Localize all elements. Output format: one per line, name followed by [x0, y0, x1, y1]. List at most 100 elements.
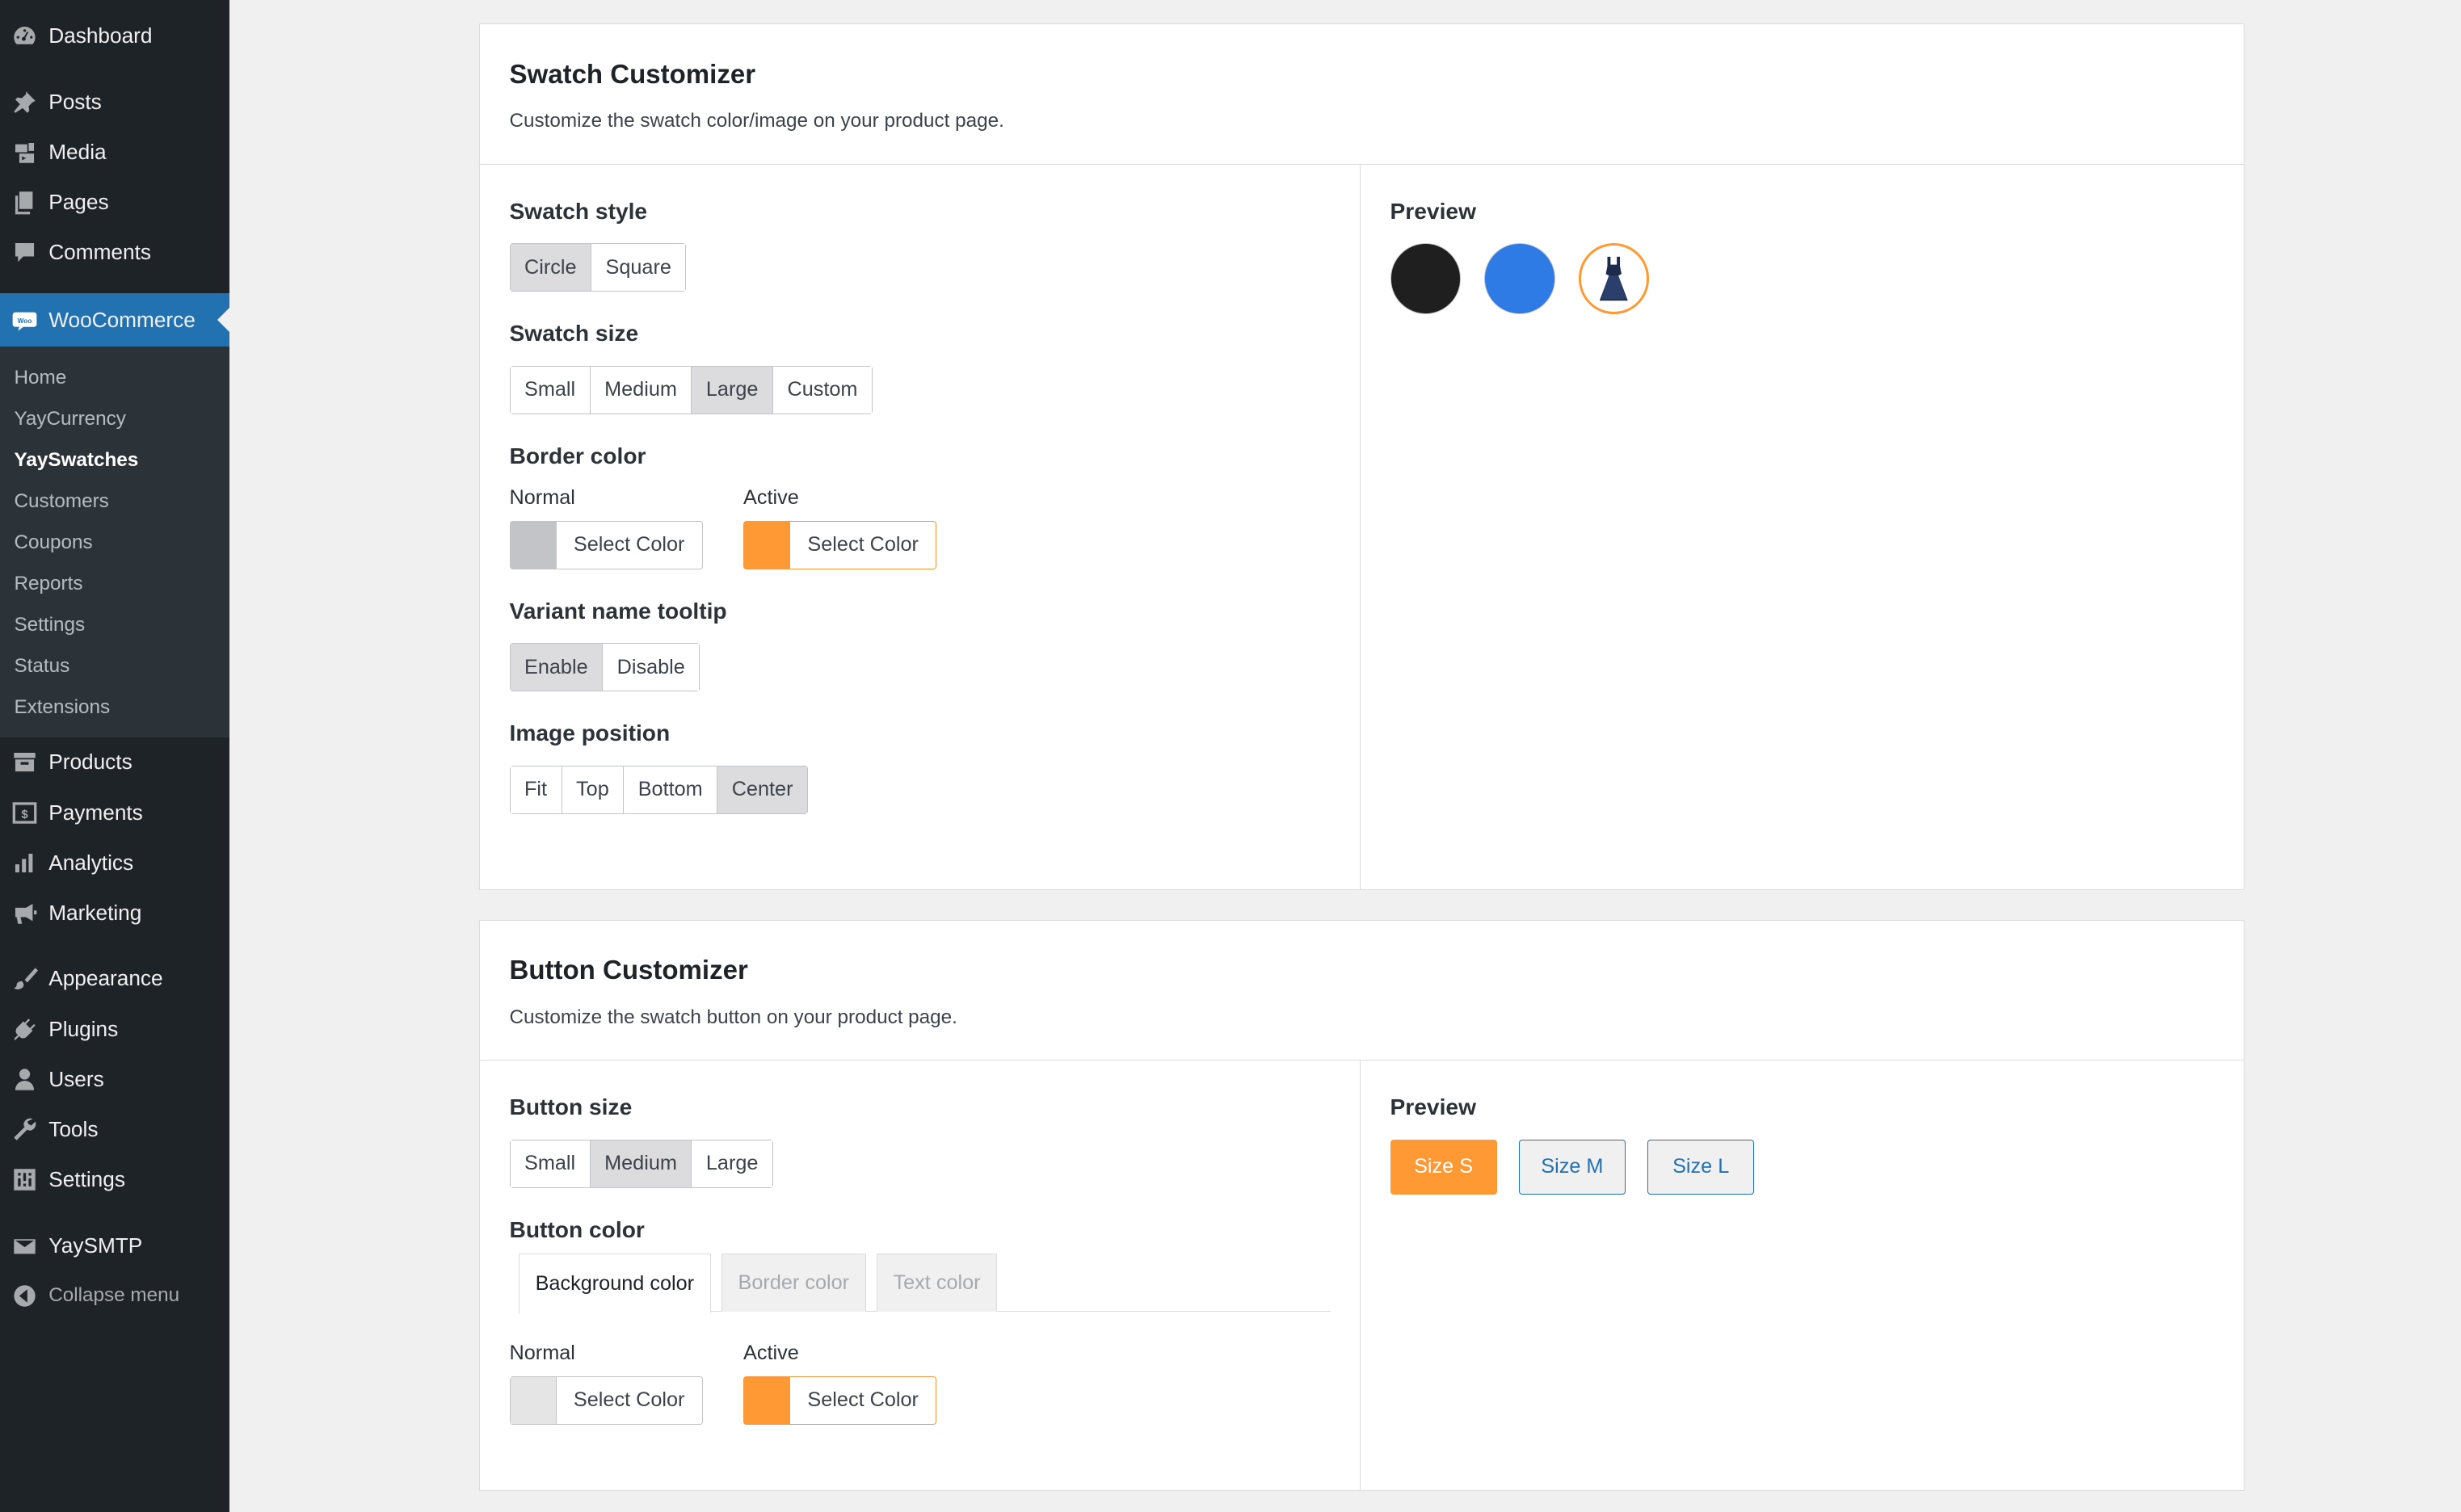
menu-products[interactable]: Products: [0, 737, 229, 788]
menu-analytics-label: Analytics: [48, 850, 134, 875]
swatch-size-label: Swatch size: [509, 320, 639, 346]
button-normal-color-picker[interactable]: Select Color: [509, 1376, 703, 1425]
menu-media-label: Media: [48, 139, 107, 164]
dollar-icon: $: [0, 800, 48, 826]
swatch-preview-title: Preview: [1390, 197, 1476, 224]
tooltip-disable[interactable]: Disable: [603, 644, 700, 691]
button-size-label: Button size: [509, 1094, 633, 1120]
swatch-preview: Preview: [1361, 165, 2244, 890]
menu-users[interactable]: Users: [0, 1054, 229, 1104]
image-position-bottom[interactable]: Bottom: [624, 766, 718, 813]
submenu-settings[interactable]: Settings: [0, 604, 229, 645]
menu-payments[interactable]: $ Payments: [0, 788, 229, 838]
submenu-extensions[interactable]: Extensions: [0, 687, 229, 728]
border-normal-color-picker[interactable]: Select Color: [509, 520, 703, 569]
submenu-home[interactable]: Home: [0, 358, 229, 399]
collapse-menu-label: Collapse menu: [48, 1284, 180, 1307]
border-active-col: Active Select Color: [743, 486, 936, 569]
menu-plugins[interactable]: Plugins: [0, 1004, 229, 1054]
user-icon: [0, 1066, 48, 1093]
submenu-reports[interactable]: Reports: [0, 563, 229, 604]
image-position-fit[interactable]: Fit: [510, 766, 562, 813]
menu-woocommerce-label: WooCommerce: [48, 307, 196, 332]
menu-analytics[interactable]: Analytics: [0, 838, 229, 888]
button-normal-col: Normal Select Color: [509, 1342, 703, 1425]
border-active-select-label: Select Color: [789, 521, 936, 569]
collapse-menu-button[interactable]: Collapse menu: [0, 1270, 229, 1321]
button-active-color-picker[interactable]: Select Color: [743, 1376, 936, 1425]
border-normal-swatch: [510, 521, 556, 569]
comment-icon: [0, 239, 48, 266]
menu-dashboard[interactable]: Dashboard: [0, 11, 229, 61]
menu-pages-label: Pages: [48, 190, 109, 215]
border-normal-label: Normal: [509, 486, 575, 510]
preview-swatch-image[interactable]: [1578, 243, 1650, 314]
swatch-size-small[interactable]: Small: [510, 366, 591, 414]
swatch-size-custom[interactable]: Custom: [772, 366, 872, 414]
button-normal-select-label: Select Color: [555, 1376, 702, 1424]
menu-appearance[interactable]: Appearance: [0, 954, 229, 1004]
menu-users-label: Users: [48, 1066, 104, 1091]
button-size-large[interactable]: Large: [692, 1140, 772, 1187]
tab-background-color[interactable]: Background color: [519, 1254, 711, 1314]
archive-icon: [0, 749, 48, 775]
sliders-icon: [0, 1166, 48, 1193]
submenu-customers[interactable]: Customers: [0, 481, 229, 523]
button-size-medium[interactable]: Medium: [590, 1140, 692, 1187]
menu-yaysmtp[interactable]: YaySMTP: [0, 1220, 229, 1270]
preview-size-s[interactable]: Size S: [1390, 1139, 1497, 1195]
button-card-body: Button size Small Medium Large Button co…: [480, 1060, 2244, 1491]
menu-comments-label: Comments: [48, 240, 151, 265]
tooltip-group: Enable Disable: [509, 643, 700, 692]
border-normal-col: Normal Select Color: [509, 486, 703, 569]
submenu-coupons[interactable]: Coupons: [0, 523, 229, 564]
envelope-icon: [0, 1233, 48, 1259]
dashboard-icon: [0, 23, 48, 49]
menu-payments-label: Payments: [48, 800, 143, 825]
button-card-description: Customize the swatch button on your prod…: [509, 1006, 957, 1028]
swatch-size-large[interactable]: Large: [692, 366, 773, 414]
menu-pages[interactable]: Pages: [0, 178, 229, 228]
swatch-card-header: Swatch Customizer Customize the swatch c…: [479, 24, 2244, 165]
preview-swatch-black[interactable]: [1390, 243, 1461, 314]
menu-tools[interactable]: Tools: [0, 1104, 229, 1154]
button-active-select-label: Select Color: [789, 1376, 936, 1424]
submenu-yayswatches[interactable]: YaySwatches: [0, 440, 229, 481]
tooltip-enable[interactable]: Enable: [510, 644, 604, 691]
menu-appearance-label: Appearance: [48, 966, 163, 991]
swatch-settings: Swatch style Circle Square Swatch size S…: [480, 164, 1361, 890]
button-size-small[interactable]: Small: [510, 1140, 591, 1187]
menu-comments[interactable]: Comments: [0, 228, 229, 278]
submenu-status[interactable]: Status: [0, 645, 229, 687]
swatch-card-body: Swatch style Circle Square Swatch size S…: [480, 164, 2244, 890]
swatch-style-square[interactable]: Square: [591, 244, 686, 292]
preview-size-m[interactable]: Size M: [1518, 1139, 1626, 1195]
tab-border-color[interactable]: Border color: [721, 1254, 866, 1312]
menu-posts[interactable]: Posts: [0, 77, 229, 127]
menu-settings[interactable]: Settings: [0, 1155, 229, 1205]
tooltip-label: Variant name tooltip: [509, 597, 727, 624]
image-position-top[interactable]: Top: [562, 766, 625, 813]
wrench-icon: [0, 1116, 48, 1143]
swatch-size-medium[interactable]: Medium: [590, 366, 692, 414]
tab-text-color[interactable]: Text color: [877, 1254, 997, 1312]
image-position-center[interactable]: Center: [717, 766, 807, 813]
menu-marketing[interactable]: Marketing: [0, 888, 229, 938]
button-card-header: Button Customizer Customize the swatch b…: [479, 921, 2244, 1061]
button-preview: Preview Size S Size M Size L: [1361, 1060, 2244, 1490]
svg-text:$: $: [21, 808, 28, 821]
swatch-style-circle[interactable]: Circle: [510, 244, 592, 292]
button-normal-swatch: [510, 1376, 556, 1424]
border-active-color-picker[interactable]: Select Color: [743, 520, 936, 569]
collapse-arrow-icon: [0, 1283, 48, 1309]
swatch-customizer-card: Swatch Customizer Customize the swatch c…: [478, 23, 2245, 890]
menu-woocommerce[interactable]: Woo WooCommerce: [0, 293, 229, 347]
image-position-group: Fit Top Bottom Center: [509, 765, 808, 814]
submenu-yaycurrency[interactable]: YayCurrency: [0, 399, 229, 440]
preview-swatch-blue[interactable]: [1484, 243, 1555, 314]
preview-size-l[interactable]: Size L: [1647, 1139, 1755, 1195]
button-size-group: Small Medium Large: [509, 1139, 773, 1188]
menu-tools-label: Tools: [48, 1116, 99, 1141]
chart-icon: [0, 850, 48, 876]
menu-media[interactable]: Media: [0, 127, 229, 177]
